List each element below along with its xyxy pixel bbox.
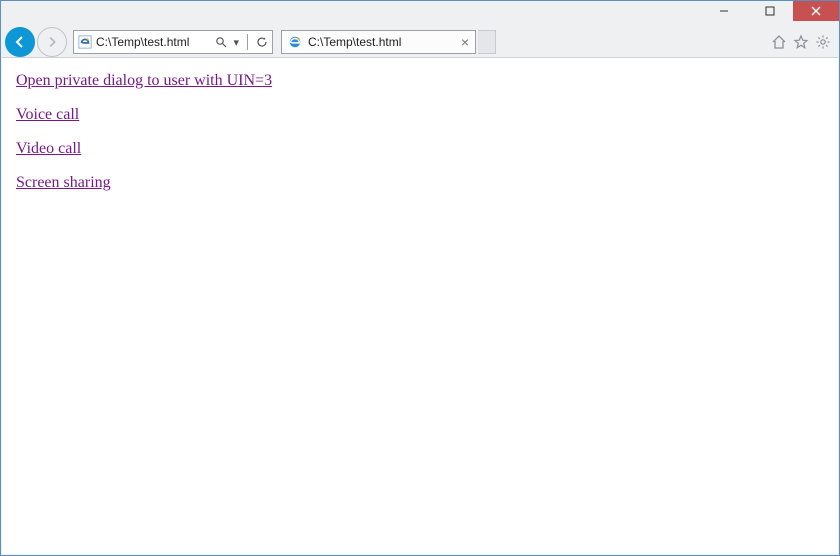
tab-title: C:\Temp\test.html <box>308 35 455 49</box>
new-tab-button[interactable] <box>478 30 496 54</box>
address-text: C:\Temp\test.html <box>96 35 211 49</box>
window-minimize-button[interactable] <box>701 1 747 21</box>
search-dropdown-caret[interactable]: ▾ <box>233 36 239 49</box>
window-close-button[interactable] <box>793 1 839 21</box>
ie-page-icon <box>288 35 302 49</box>
link-video-call[interactable]: Video call <box>16 140 81 157</box>
browser-toolbar: C:\Temp\test.html ▾ C:\Temp\test.html × <box>1 27 839 57</box>
separator <box>247 34 248 50</box>
ie-page-icon <box>78 35 92 49</box>
link-open-private-dialog[interactable]: Open private dialog to user with UIN=3 <box>16 72 272 89</box>
link-screen-sharing[interactable]: Screen sharing <box>16 174 111 191</box>
search-icon[interactable] <box>215 36 227 48</box>
browser-tab[interactable]: C:\Temp\test.html × <box>281 30 476 54</box>
page-content: Open private dialog to user with UIN=3 V… <box>2 57 838 554</box>
favorites-icon[interactable] <box>793 34 809 50</box>
back-button[interactable] <box>5 27 35 57</box>
forward-button[interactable] <box>37 27 67 57</box>
home-icon[interactable] <box>771 34 787 50</box>
link-voice-call[interactable]: Voice call <box>16 106 79 123</box>
tab-close-icon[interactable]: × <box>461 35 469 49</box>
toolbar-right-icons <box>771 34 833 50</box>
address-bar[interactable]: C:\Temp\test.html ▾ <box>73 30 273 54</box>
window-maximize-button[interactable] <box>747 1 793 21</box>
address-controls: ▾ <box>215 34 268 50</box>
refresh-icon[interactable] <box>256 36 268 48</box>
tools-gear-icon[interactable] <box>815 34 831 50</box>
window-titlebar <box>1 1 839 27</box>
